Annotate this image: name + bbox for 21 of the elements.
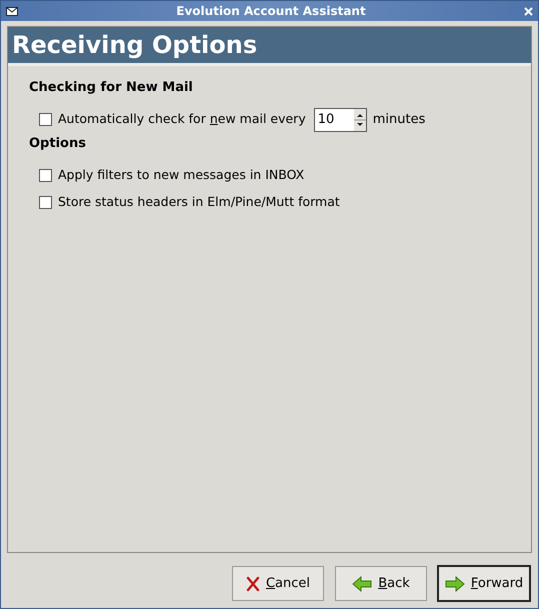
section-heading: Checking for New Mail [29, 80, 194, 96]
option-label[interactable]: Apply filters to new messages in INBOX [58, 166, 304, 185]
checkbox[interactable] [39, 169, 52, 182]
close-icon[interactable] [524, 6, 533, 16]
forward-button[interactable]: Forward [438, 566, 530, 601]
spin-field[interactable]: 10 [314, 108, 367, 132]
left-arrow-icon [352, 576, 372, 592]
cancel-button[interactable]: Cancel [232, 566, 324, 601]
option-label[interactable]: Store status headers in Elm/Pine/Mutt format [58, 193, 340, 212]
spin-arrows-icon[interactable] [354, 108, 366, 130]
unit-label: minutes [372, 110, 426, 129]
checkbox[interactable] [39, 113, 52, 126]
window-title: Evolution Account Assistant [175, 3, 367, 20]
section-heading: Options [29, 136, 87, 152]
checkbox[interactable] [39, 196, 52, 209]
right-arrow-icon [444, 576, 465, 592]
envelope-icon [6, 6, 18, 16]
cross-icon [246, 576, 260, 592]
page-title: Receiving Options [12, 33, 258, 57]
option-label[interactable]: Automatically check for new mail every [58, 110, 306, 129]
back-button[interactable]: Back [335, 566, 427, 601]
